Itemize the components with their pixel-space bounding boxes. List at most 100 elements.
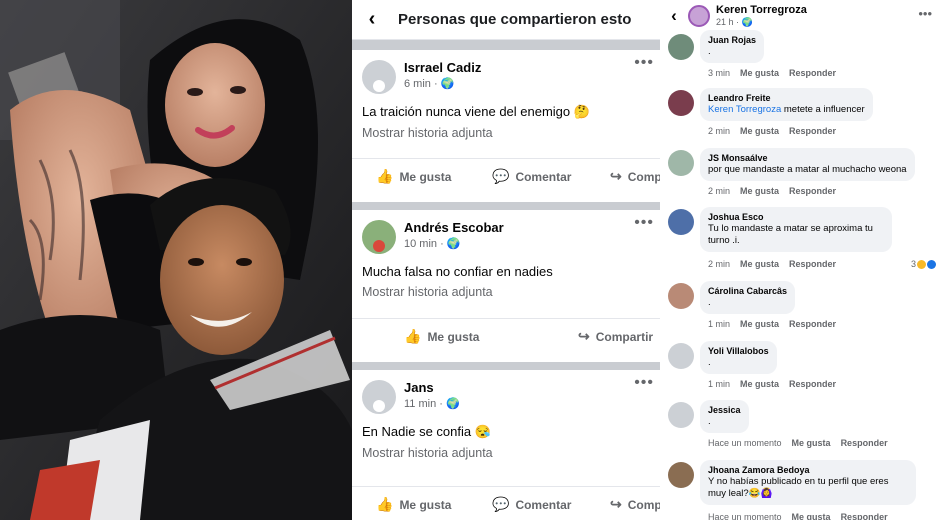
- post-time[interactable]: 11 min · 🌍: [404, 397, 460, 410]
- share-button[interactable]: ↪Compartir: [578, 328, 653, 345]
- like-link[interactable]: Me gusta: [740, 319, 779, 329]
- author-name[interactable]: Andrés Escobar: [404, 220, 504, 235]
- comment-text: Y no habías publicado en tu perfil que e…: [708, 475, 889, 499]
- reply-link[interactable]: Responder: [841, 438, 888, 448]
- avatar[interactable]: [668, 342, 694, 369]
- comments-panel: ‹ Keren Torregroza 21 h · 🌍 ••• Juan Roj…: [660, 0, 940, 520]
- avatar[interactable]: [668, 209, 694, 235]
- reply-link[interactable]: Responder: [789, 126, 836, 136]
- attached-story-link[interactable]: Mostrar historia adjunta: [352, 279, 660, 299]
- comment-item: Jessica . Hace un momento Me gusta Respond…: [660, 400, 940, 460]
- commenter-name[interactable]: Jessica: [708, 404, 741, 416]
- commenter-name[interactable]: Leandro Freite: [708, 92, 865, 104]
- more-options-icon[interactable]: •••: [634, 54, 654, 72]
- reply-link[interactable]: Responder: [789, 259, 836, 269]
- post-text: En Nadie se confia 😪: [362, 424, 491, 439]
- comment-time: Hace un momento: [708, 438, 782, 448]
- divider: [352, 202, 660, 210]
- like-link[interactable]: Me gusta: [792, 512, 831, 520]
- post-text: La traición nunca viene del enemigo 🤔: [362, 104, 590, 119]
- avatar[interactable]: [668, 34, 694, 60]
- comment-text: Tu lo mandaste a matar se aproxima tu tu…: [708, 223, 873, 246]
- attached-story-link[interactable]: Mostrar historia adjunta: [352, 440, 660, 460]
- thumbs-up-icon: 👍: [404, 328, 422, 344]
- comment-button[interactable]: 💬 Comentar: [492, 168, 571, 185]
- reply-link[interactable]: Responder: [789, 319, 836, 329]
- avatar[interactable]: [668, 90, 694, 116]
- reply-link[interactable]: Responder: [789, 186, 836, 196]
- comment-text: metete a influencer: [781, 104, 865, 115]
- comment-time: 3 min: [708, 68, 731, 78]
- comment-text: .: [708, 356, 711, 368]
- reactions-count[interactable]: 3: [911, 259, 936, 269]
- avatar[interactable]: [362, 60, 396, 94]
- haha-reaction-icon: [917, 259, 926, 269]
- comment-actions: 3 min Me gusta Responder: [708, 68, 846, 78]
- like-link[interactable]: Me gusta: [740, 68, 779, 78]
- like-button[interactable]: 👍 Me gusta: [376, 496, 451, 513]
- comment-time: Hace un momento: [708, 511, 782, 520]
- like-link[interactable]: Me gusta: [740, 379, 779, 389]
- post-time[interactable]: 6 min · 🌍: [404, 77, 481, 90]
- commenter-name[interactable]: Joshua Esco: [708, 211, 884, 223]
- commenter-name[interactable]: Jhoana Zamora Bedoya: [708, 464, 908, 476]
- comment-icon: 💬: [492, 496, 510, 512]
- back-arrow-icon[interactable]: ‹: [352, 0, 392, 40]
- like-button[interactable]: 👍 Me gusta: [376, 168, 451, 185]
- post-time: 21 h · 🌍: [716, 17, 753, 27]
- comment-actions: Hace un momento Me gusta Responder: [708, 512, 898, 520]
- like-button[interactable]: 👍 Me gusta: [404, 328, 479, 345]
- page-title: Personas que compartieron esto: [398, 11, 632, 28]
- reply-link[interactable]: Responder: [789, 379, 836, 389]
- comment-time: 1 min: [708, 319, 731, 329]
- share-button[interactable]: ↪Compartir: [610, 168, 660, 185]
- comment-time: 2 min: [708, 185, 731, 196]
- commenter-name[interactable]: JS Monsaálve: [708, 152, 907, 164]
- divider: [352, 40, 660, 50]
- avatar[interactable]: [362, 380, 396, 414]
- author-name[interactable]: Isrrael Cadiz: [404, 60, 481, 75]
- author-name[interactable]: Keren Torregroza: [716, 4, 807, 16]
- more-options-icon[interactable]: •••: [918, 6, 932, 21]
- comment-actions: 1 min Me gusta Responder: [708, 319, 846, 329]
- comment-button[interactable]: 💬 Comentar: [492, 496, 571, 513]
- shared-post: Andrés Escobar 10 min · 🌍 ••• Mucha fals…: [352, 210, 660, 362]
- comment-text: .: [708, 416, 711, 427]
- shares-panel: ‹ Personas que compartieron esto Isrrael…: [352, 0, 660, 520]
- reply-link[interactable]: Responder: [841, 512, 888, 520]
- post-time[interactable]: 10 min · 🌍: [404, 237, 504, 250]
- commenter-name[interactable]: Yoli Villalobos: [708, 345, 769, 357]
- attached-story-link[interactable]: Mostrar historia adjunta: [352, 120, 660, 140]
- avatar[interactable]: [362, 220, 396, 254]
- post-actions: 👍Me gusta 💬Comentar ↪Compartir: [352, 158, 660, 194]
- more-options-icon[interactable]: •••: [634, 214, 654, 232]
- back-arrow-icon[interactable]: ‹: [660, 6, 688, 26]
- avatar[interactable]: [668, 149, 694, 176]
- comment-time: 2 min: [708, 126, 731, 136]
- divider: [352, 362, 660, 370]
- share-icon: ↪: [578, 328, 590, 344]
- like-link[interactable]: Me gusta: [740, 259, 779, 269]
- comment-text: por que mandaste a matar al muchacho weo…: [708, 163, 907, 175]
- comment-bubble: Yoli Villalobos .: [700, 340, 777, 374]
- share-button[interactable]: ↪Compartir: [610, 496, 660, 513]
- commenter-name[interactable]: Juan Rojas: [708, 34, 756, 46]
- more-options-icon[interactable]: •••: [634, 374, 654, 392]
- comment-actions: Hace un momento Me gusta Responder: [708, 438, 898, 448]
- avatar[interactable]: [668, 402, 694, 428]
- avatar[interactable]: [668, 283, 694, 309]
- comment-text: .: [708, 297, 711, 308]
- reply-link[interactable]: Responder: [789, 68, 836, 78]
- thumbs-up-icon: 👍: [376, 496, 394, 512]
- commenter-name[interactable]: Cárolina Cabarcâs: [708, 285, 787, 297]
- like-link[interactable]: Me gusta: [740, 126, 779, 136]
- comment-time: 2 min: [708, 259, 731, 269]
- author-name[interactable]: Jans: [404, 380, 460, 395]
- avatar[interactable]: [688, 5, 710, 27]
- like-link[interactable]: Me gusta: [740, 186, 779, 196]
- like-link[interactable]: Me gusta: [792, 438, 831, 448]
- comment-icon: 💬: [492, 168, 510, 184]
- mention-link[interactable]: Keren Torregroza: [708, 104, 781, 115]
- avatar[interactable]: [668, 461, 694, 488]
- comment-bubble: Jessica .: [700, 400, 749, 433]
